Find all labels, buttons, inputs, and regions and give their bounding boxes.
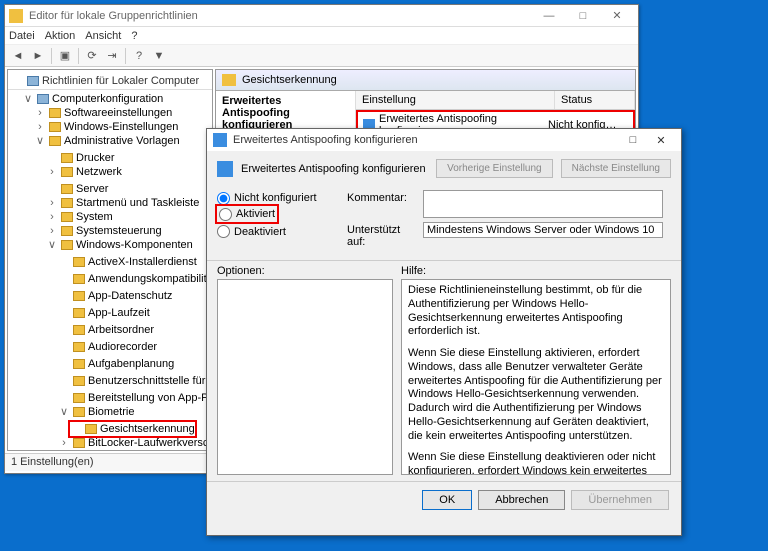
col-setting[interactable]: Einstellung: [356, 91, 555, 109]
dlg-maximize[interactable]: □: [619, 130, 647, 150]
tree-server[interactable]: Server: [46, 182, 108, 196]
tree-appdata[interactable]: App-Datenschutz: [58, 289, 172, 303]
tree-activex[interactable]: ActiveX-Installerdienst: [58, 255, 197, 269]
app-icon: [9, 9, 23, 23]
window-title: Editor für lokale Gruppenrichtlinien: [29, 10, 532, 22]
gp-titlebar[interactable]: Editor für lokale Gruppenrichtlinien — □…: [5, 5, 638, 27]
tree-software[interactable]: ›Softwareeinstellungen: [34, 106, 172, 120]
dlg-radios: Nicht konfiguriert Aktiviert Deaktiviert: [217, 190, 347, 252]
minimize-button[interactable]: —: [532, 6, 566, 26]
tree-anwendung[interactable]: Anwendungskompatibilität: [58, 272, 212, 286]
policy-dialog: Erweitertes Antispoofing konfigurieren □…: [206, 128, 682, 536]
dlg-mid: Optionen: Hilfe: Diese Richtlinieneinste…: [207, 261, 681, 481]
prev-setting-button[interactable]: Vorherige Einstellung: [436, 159, 553, 178]
menu-datei[interactable]: Datei: [9, 30, 35, 42]
tree-benutzer[interactable]: Benutzerschnittstelle für Anmeldeinforma…: [58, 374, 212, 388]
up-button[interactable]: ▣: [56, 47, 74, 65]
dlg-icon: [213, 133, 227, 147]
radio-notconfigured[interactable]: Nicht konfiguriert: [217, 190, 347, 206]
dlg-config: Nicht konfiguriert Aktiviert Deaktiviert…: [207, 186, 681, 261]
options-label: Optionen:: [217, 265, 393, 277]
col-status[interactable]: Status: [555, 91, 635, 109]
tree-applauf[interactable]: App-Laufzeit: [58, 306, 150, 320]
tree-audio[interactable]: Audiorecorder: [58, 340, 157, 354]
tree-systemctrl[interactable]: ›Systemsteuerung: [46, 224, 162, 238]
help-pane: Hilfe: Diese Richtlinieneinstellung best…: [401, 265, 671, 477]
tree-windows[interactable]: ›Windows-Einstellungen: [34, 120, 178, 134]
dlg-subtitle-row: Erweitertes Antispoofing konfigurieren V…: [207, 151, 681, 186]
next-setting-button[interactable]: Nächste Einstellung: [561, 159, 671, 178]
detail-heading: Gesichtserkennung: [216, 70, 635, 91]
help-icon[interactable]: ?: [130, 47, 148, 65]
comment-input[interactable]: [423, 190, 663, 218]
detail-subtitle: Erweitertes Antispoofing konfigurieren: [222, 95, 349, 131]
maximize-button[interactable]: □: [566, 6, 600, 26]
export-button[interactable]: ⇥: [103, 47, 121, 65]
tree-system[interactable]: ›System: [46, 210, 113, 224]
apply-button[interactable]: Übernehmen: [571, 490, 669, 510]
tree-biometrie[interactable]: ∨Biometrie: [58, 405, 134, 419]
help-label: Hilfe:: [401, 265, 671, 277]
tree-drucker[interactable]: Drucker: [46, 151, 115, 165]
dlg-comment-area: Kommentar: Unterstützt auf:: [347, 190, 671, 252]
tree-wincomp[interactable]: ∨Windows-Komponenten: [46, 238, 193, 252]
refresh-button[interactable]: ⟳: [83, 47, 101, 65]
menu-aktion[interactable]: Aktion: [45, 30, 76, 42]
tree-pane[interactable]: Richtlinien für Lokaler Computer ∨Comput…: [7, 69, 213, 451]
separator: [125, 48, 126, 64]
tree-arbeitsordner[interactable]: Arbeitsordner: [58, 323, 154, 337]
tree-aufgaben[interactable]: Aufgabenplanung: [58, 357, 174, 371]
radio-deactivated[interactable]: Deaktiviert: [217, 224, 347, 240]
tree-content[interactable]: ∨Computerkonfiguration ›Softwareeinstell…: [8, 90, 212, 451]
cancel-button[interactable]: Abbrechen: [478, 490, 565, 510]
radio-activated[interactable]: Aktiviert: [219, 206, 275, 222]
menu-ansicht[interactable]: Ansicht: [85, 30, 121, 42]
toolbar: ◄ ► ▣ ⟳ ⇥ ? ▼: [5, 45, 638, 67]
dlg-close[interactable]: ✕: [647, 130, 675, 150]
close-button[interactable]: ✕: [600, 6, 634, 26]
supported-label: Unterstützt auf:: [347, 222, 419, 248]
tree-header: Richtlinien für Lokaler Computer: [8, 70, 212, 90]
separator: [51, 48, 52, 64]
options-pane: Optionen:: [217, 265, 393, 477]
folder-icon: [222, 74, 236, 86]
tree-admin[interactable]: ∨Administrative Vorlagen: [34, 134, 180, 148]
help-text[interactable]: Diese Richtlinieneinstellung bestimmt, o…: [401, 279, 671, 475]
back-button[interactable]: ◄: [9, 47, 27, 65]
tree-bitlocker[interactable]: ›BitLocker-Laufwerkverschlüsselung: [58, 436, 212, 450]
tree-netzwerk[interactable]: ›Netzwerk: [46, 165, 122, 179]
detail-heading-text: Gesichtserkennung: [242, 74, 337, 86]
tree-gesicht[interactable]: Gesichtserkennung: [70, 422, 195, 436]
filter-button[interactable]: ▼: [150, 47, 168, 65]
dlg-titlebar[interactable]: Erweitertes Antispoofing konfigurieren □…: [207, 129, 681, 151]
tree-startmenu[interactable]: ›Startmenü und Taskleiste: [46, 196, 199, 210]
comment-label: Kommentar:: [347, 190, 419, 204]
dlg-buttons: OK Abbrechen Übernehmen: [207, 481, 681, 518]
forward-button[interactable]: ►: [29, 47, 47, 65]
options-box[interactable]: [217, 279, 393, 475]
detail-table-head: Einstellung Status: [356, 91, 635, 110]
tree-computerconfig[interactable]: ∨Computerkonfiguration: [22, 92, 163, 106]
dlg-subtitle-text: Erweitertes Antispoofing konfigurieren: [241, 163, 428, 175]
supported-field: [423, 222, 663, 238]
menu-help[interactable]: ?: [131, 30, 137, 42]
dlg-title-text: Erweitertes Antispoofing konfigurieren: [233, 134, 619, 146]
setting-icon: [217, 161, 233, 177]
tree-bereit[interactable]: Bereitstellung von App-Paketen: [58, 391, 212, 405]
ok-button[interactable]: OK: [422, 490, 472, 510]
separator: [78, 48, 79, 64]
menubar: Datei Aktion Ansicht ?: [5, 27, 638, 45]
